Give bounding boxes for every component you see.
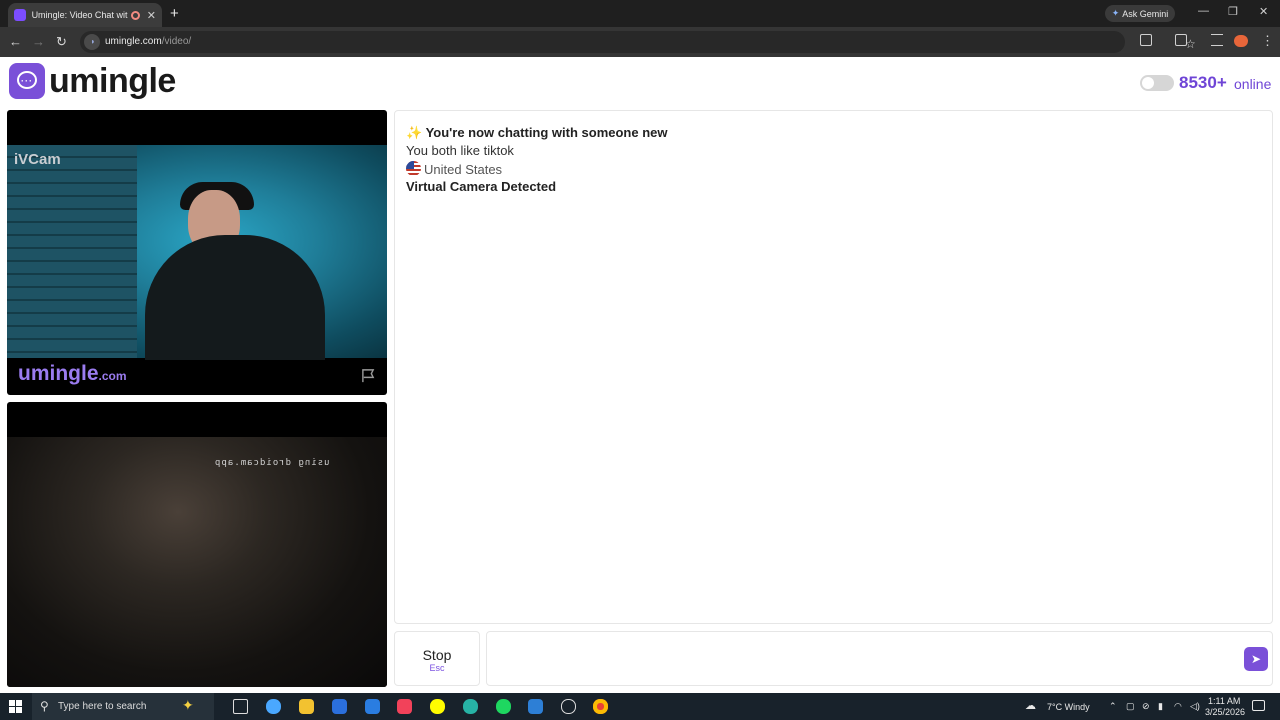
chrome-icon[interactable] bbox=[593, 699, 608, 714]
stop-shortcut: Esc bbox=[429, 663, 445, 673]
weather-text[interactable]: 7°C Windy bbox=[1047, 702, 1090, 712]
url-text: umingle.com/video/ bbox=[105, 36, 192, 47]
browser-toolbar: ← → ↻ ◑ umingle.com/video/ ☆ ⋮ bbox=[0, 27, 1280, 57]
online-count: 8530+ bbox=[1179, 73, 1227, 92]
message-input[interactable] bbox=[486, 631, 1273, 686]
copilot-sparkle-icon: ✦ bbox=[182, 697, 194, 713]
umingle-favicon-icon bbox=[14, 9, 26, 21]
mute-icon[interactable]: ⊘ bbox=[1142, 701, 1150, 712]
browser-tab-bar: Umingle: Video Chat with S ✕ + ✦ Ask Gem… bbox=[0, 0, 1280, 27]
recording-icon bbox=[130, 10, 140, 20]
windows-taskbar: ⚲ Type here to search ✦ ☁ 7°C Windy ⌃ ▢ … bbox=[0, 693, 1280, 720]
sparkle-icon: ✨ bbox=[406, 125, 423, 140]
clock-time[interactable]: 1:11 AM bbox=[1208, 696, 1240, 706]
theme-toggle[interactable] bbox=[1140, 75, 1174, 91]
tab-close-icon[interactable]: ✕ bbox=[147, 9, 156, 22]
minimize-button[interactable]: — bbox=[1198, 5, 1209, 17]
site-info-icon[interactable]: ◑ bbox=[84, 34, 100, 50]
video-frame bbox=[7, 437, 387, 687]
browser-menu-icon[interactable]: ⋮ bbox=[1261, 33, 1274, 49]
search-icon: ⚲ bbox=[40, 699, 49, 713]
ask-gemini-label: Ask Gemini bbox=[1122, 8, 1169, 19]
spotify-icon[interactable] bbox=[496, 699, 511, 714]
forward-button[interactable]: → bbox=[32, 34, 45, 49]
toggle-knob bbox=[1142, 77, 1154, 89]
weather-icon[interactable]: ☁ bbox=[1025, 699, 1036, 712]
back-button[interactable]: ← bbox=[9, 34, 22, 49]
copilot-icon[interactable] bbox=[266, 699, 281, 714]
media-controls-icon[interactable] bbox=[1211, 34, 1223, 46]
site-logo-text[interactable]: umingle bbox=[49, 62, 176, 101]
tray-app-icon[interactable]: ▢ bbox=[1126, 701, 1135, 712]
extensions-icon[interactable] bbox=[1140, 34, 1152, 46]
app-icon[interactable] bbox=[528, 699, 543, 714]
new-tab-button[interactable]: + bbox=[170, 5, 179, 22]
address-bar[interactable]: ◑ umingle.com/video/ ☆ bbox=[80, 31, 1196, 53]
self-video: using droidcam.app bbox=[7, 402, 387, 687]
camera-label: iVCam bbox=[14, 151, 61, 168]
chat-message: United States bbox=[406, 161, 502, 177]
stop-button[interactable]: Stop Esc bbox=[394, 631, 480, 686]
store-icon[interactable] bbox=[332, 699, 347, 714]
gemini-icon: ✦ bbox=[1111, 8, 1120, 18]
cast-icon[interactable] bbox=[1175, 34, 1187, 46]
droidcam-overlay: using droidcam.app bbox=[214, 458, 330, 468]
us-flag-icon bbox=[406, 161, 421, 176]
microphone-icon[interactable]: ▮ bbox=[1158, 701, 1163, 712]
umingle-logo-icon[interactable]: ··· bbox=[9, 63, 45, 99]
browser-tab[interactable]: Umingle: Video Chat with S ✕ bbox=[8, 3, 162, 27]
report-flag-icon[interactable] bbox=[361, 368, 376, 383]
taskbar-search[interactable]: ⚲ Type here to search ✦ bbox=[32, 693, 214, 720]
windows-start-icon[interactable] bbox=[9, 700, 22, 713]
chat-message: You both like tiktok bbox=[406, 143, 514, 158]
reload-button[interactable]: ↻ bbox=[56, 34, 67, 50]
file-explorer-icon[interactable] bbox=[299, 699, 314, 714]
window-close-button[interactable]: ✕ bbox=[1259, 5, 1268, 18]
mail-icon[interactable] bbox=[365, 699, 380, 714]
clock-date[interactable]: 3/25/2026 bbox=[1205, 707, 1245, 717]
snapchat-icon[interactable] bbox=[430, 699, 445, 714]
taskbar-search-text: Type here to search bbox=[58, 701, 147, 712]
task-view-icon[interactable] bbox=[233, 699, 248, 714]
edge-icon[interactable] bbox=[463, 699, 478, 714]
stop-label: Stop bbox=[422, 647, 452, 663]
video-watermark: umingle.com bbox=[18, 362, 127, 385]
chat-message: ✨ You're now chatting with someone new bbox=[406, 125, 668, 140]
tab-title: Umingle: Video Chat with S bbox=[31, 10, 128, 20]
online-label: online bbox=[1234, 76, 1272, 92]
music-icon[interactable] bbox=[397, 699, 412, 714]
notification-icon[interactable] bbox=[1252, 700, 1265, 711]
ask-gemini-button[interactable]: ✦ Ask Gemini bbox=[1105, 5, 1175, 22]
chevron-up-icon[interactable]: ⌃ bbox=[1109, 701, 1117, 712]
send-button[interactable]: ➤ bbox=[1244, 647, 1268, 671]
volume-icon[interactable]: ◁) bbox=[1190, 701, 1200, 712]
speedometer-icon[interactable] bbox=[561, 699, 576, 714]
chat-message: Virtual Camera Detected bbox=[406, 179, 557, 194]
restore-button[interactable]: ❐ bbox=[1228, 5, 1238, 18]
chat-log: ✨ You're now chatting with someone new Y… bbox=[394, 110, 1273, 624]
wifi-icon[interactable]: ◠ bbox=[1174, 701, 1182, 712]
profile-extension-icon[interactable] bbox=[1234, 35, 1248, 47]
